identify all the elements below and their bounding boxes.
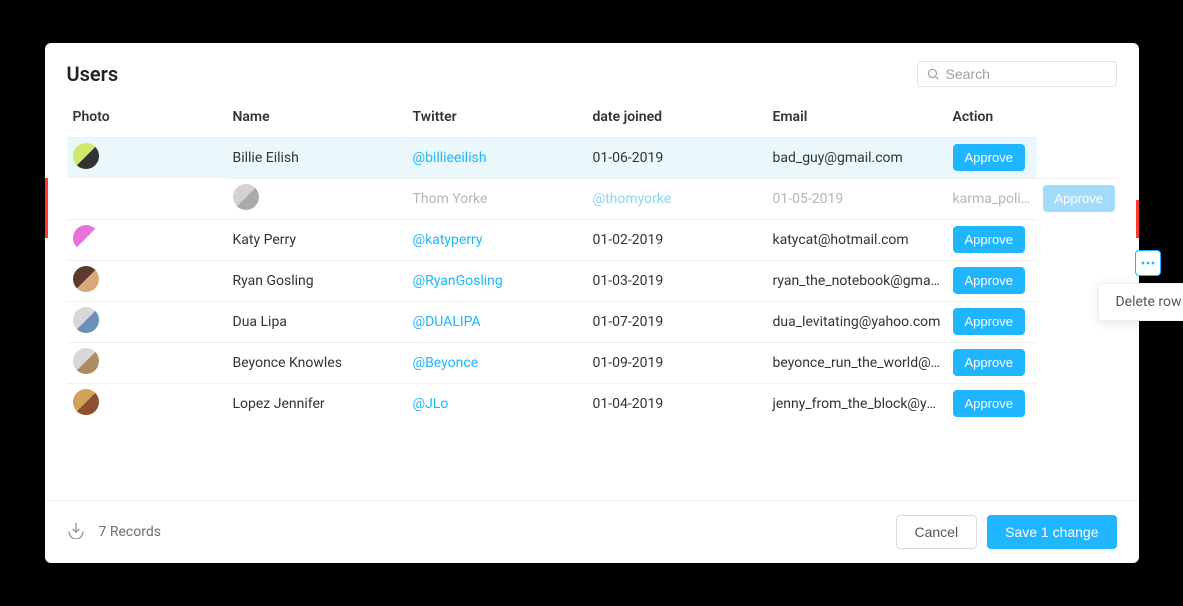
cell-photo: [67, 260, 227, 301]
search-icon: [926, 67, 940, 81]
col-header-email[interactable]: Email: [767, 97, 947, 138]
cell-name: Billie Eilish: [227, 138, 407, 179]
cell-action: Approve: [947, 219, 1037, 260]
cell-date-joined: 01-09-2019: [587, 342, 767, 383]
avatar: [73, 266, 99, 292]
cell-twitter: @Beyonce: [407, 342, 587, 383]
cell-name: Katy Perry: [227, 219, 407, 260]
cell-photo: [67, 138, 227, 179]
col-header-twitter[interactable]: Twitter: [407, 97, 587, 138]
cell-twitter: @katyperry: [407, 219, 587, 260]
table-row[interactable]: Beyonce Knowles @Beyonce 01-09-2019beyonce…: [67, 342, 1117, 383]
cell-email: bad_guy@gmail.com: [767, 138, 947, 179]
approve-button[interactable]: Approve: [953, 308, 1025, 335]
users-table-wrap: Photo Name Twitter date joined Email Act…: [45, 97, 1139, 500]
cell-action: Approve: [947, 383, 1037, 424]
card-header: Users: [45, 43, 1139, 97]
avatar: [73, 389, 99, 415]
cell-twitter: @RyanGosling: [407, 260, 587, 301]
users-card: Users Photo Name Twitter date joined Ema…: [45, 43, 1139, 563]
cell-photo: [227, 178, 407, 219]
table-row[interactable]: Dua Lipa @DUALIPA 01-07-2019dua_levitating…: [67, 301, 1117, 342]
search-field[interactable]: [917, 61, 1117, 87]
cell-twitter: @thomyorke: [587, 178, 767, 219]
cell-date-joined: 01-07-2019: [587, 301, 767, 342]
approve-button[interactable]: Approve: [953, 390, 1025, 417]
cell-date-joined: 01-02-2019: [587, 219, 767, 260]
twitter-handle[interactable]: @Beyonce: [413, 355, 479, 371]
cell-email: dua_levitating@yahoo.com: [767, 301, 947, 342]
cell-action: Approve: [947, 301, 1037, 342]
col-header-date-joined[interactable]: date joined: [587, 97, 767, 138]
table-row[interactable]: Billie Eilish @billieeilish 01-06-2019bad_…: [67, 138, 1117, 179]
table-row[interactable]: Katy Perry @katyperry 01-02-2019katycat@ho…: [67, 219, 1117, 260]
twitter-handle[interactable]: @DUALIPA: [413, 314, 481, 330]
records-count: 7 Records: [99, 524, 161, 540]
twitter-handle[interactable]: @katyperry: [413, 232, 483, 248]
cell-email: karma_police_thom@hotmail.com: [947, 178, 1037, 219]
cell-action: Approve: [1037, 178, 1117, 219]
cell-date-joined: 01-06-2019: [587, 138, 767, 179]
avatar: [73, 348, 99, 374]
cell-photo: [67, 301, 227, 342]
cell-twitter: @JLo: [407, 383, 587, 424]
deleted-row-marker-right: [1136, 200, 1139, 238]
cell-action: Approve: [947, 138, 1037, 179]
cell-name: Lopez Jennifer: [227, 383, 407, 424]
approve-button[interactable]: Approve: [953, 349, 1025, 376]
col-header-name[interactable]: Name: [227, 97, 407, 138]
approve-button[interactable]: Approve: [1043, 185, 1115, 212]
cell-email: ryan_the_notebook@gmail.com: [767, 260, 947, 301]
twitter-handle[interactable]: @thomyorke: [593, 191, 672, 207]
cell-twitter: @billieeilish: [407, 138, 587, 179]
twitter-handle[interactable]: @billieeilish: [413, 150, 487, 166]
row-menu-button[interactable]: [1135, 250, 1161, 276]
users-table: Photo Name Twitter date joined Email Act…: [67, 97, 1117, 424]
approve-button[interactable]: Approve: [953, 144, 1025, 171]
col-header-action[interactable]: Action: [947, 97, 1037, 138]
download-icon[interactable]: [67, 521, 85, 543]
search-input[interactable]: [946, 66, 1108, 82]
cell-email: beyonce_run_the_world@hotmail.com: [767, 342, 947, 383]
context-menu-item-delete-row[interactable]: Delete row: [1115, 294, 1181, 310]
approve-button[interactable]: Approve: [953, 267, 1025, 294]
avatar: [73, 307, 99, 333]
cell-name: Thom Yorke: [407, 178, 587, 219]
cell-date-joined: 01-03-2019: [587, 260, 767, 301]
context-menu: Delete row: [1098, 283, 1183, 321]
card-footer: 7 Records Cancel Save 1 change: [45, 500, 1139, 563]
cell-photo: [67, 219, 227, 260]
footer-left: 7 Records: [67, 521, 161, 543]
cell-name: Ryan Gosling: [227, 260, 407, 301]
cell-date-joined: 01-04-2019: [587, 383, 767, 424]
table-row[interactable]: Ryan Gosling @RyanGosling 01-03-2019ryan_t…: [67, 260, 1117, 301]
more-horizontal-icon: [1141, 261, 1155, 265]
cell-name: Beyonce Knowles: [227, 342, 407, 383]
avatar: [73, 143, 99, 169]
cell-email: jenny_from_the_block@yahoo.com: [767, 383, 947, 424]
cell-email: katycat@hotmail.com: [767, 219, 947, 260]
avatar: [73, 225, 99, 251]
approve-button[interactable]: Approve: [953, 226, 1025, 253]
save-button[interactable]: Save 1 change: [987, 515, 1116, 549]
footer-right: Cancel Save 1 change: [896, 515, 1117, 549]
cell-action: Approve: [947, 260, 1037, 301]
table-row[interactable]: Thom Yorke @thomyorke 01-05-2019karma_poli…: [67, 178, 1117, 219]
page-title: Users: [67, 62, 119, 86]
cell-action: Approve: [947, 342, 1037, 383]
cell-photo: [67, 342, 227, 383]
avatar: [233, 184, 259, 210]
table-row[interactable]: Lopez Jennifer @JLo 01-04-2019jenny_from_t…: [67, 383, 1117, 424]
col-header-photo[interactable]: Photo: [67, 97, 227, 138]
cell-twitter: @DUALIPA: [407, 301, 587, 342]
cell-photo: [67, 383, 227, 424]
cell-name: Dua Lipa: [227, 301, 407, 342]
cancel-button[interactable]: Cancel: [896, 515, 978, 549]
twitter-handle[interactable]: @RyanGosling: [413, 273, 503, 289]
table-header-row: Photo Name Twitter date joined Email Act…: [67, 97, 1117, 138]
twitter-handle[interactable]: @JLo: [413, 396, 449, 412]
cell-date-joined: 01-05-2019: [767, 178, 947, 219]
